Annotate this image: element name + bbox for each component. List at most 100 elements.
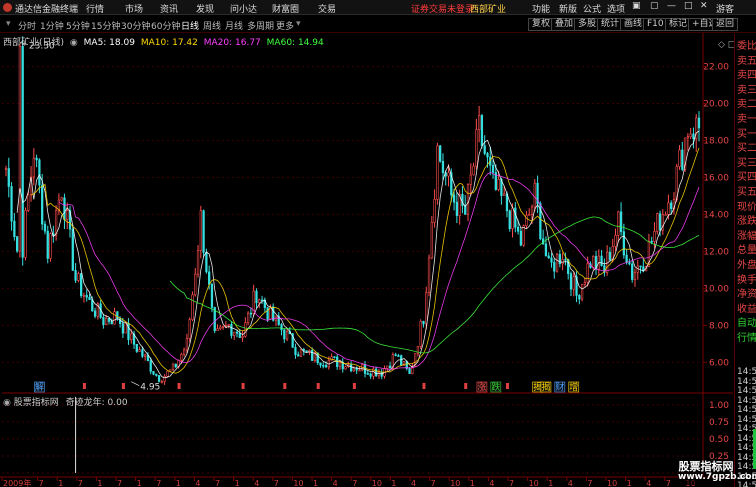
candle-body-39: [113, 311, 116, 325]
kline-chart[interactable]: 6.00 8.00 10.00 12.00 14.00 16.00 18.00 20.00 22…: [0, 33, 734, 487]
candle-body-40: [116, 311, 119, 320]
side-label-11: 现价: [737, 201, 756, 213]
candle-body-181: [508, 210, 511, 229]
candle-body-35: [102, 317, 105, 325]
period-30min[interactable]: 30分钟: [121, 19, 150, 32]
menu-shichang[interactable]: 市场: [125, 2, 143, 15]
candle-body-177: [497, 178, 500, 190]
tick-time-0: 14:5: [737, 367, 756, 377]
indicator-toggle-icon[interactable]: ◉: [3, 398, 11, 408]
candle-body-106: [299, 348, 303, 357]
minimize-icon[interactable]: —: [667, 1, 676, 11]
candle-body-228: [639, 265, 642, 268]
candle-body-22: [66, 210, 69, 220]
candle-body-133: [375, 368, 378, 377]
period-multi[interactable]: 多周期: [247, 19, 274, 32]
candle-body-157: [441, 160, 445, 174]
date-label-13: 7: [274, 479, 279, 487]
date-label-17: 7: [352, 479, 357, 487]
candle-body-207: [580, 283, 584, 300]
candle-body-204: [572, 276, 575, 290]
legend-toggle-icon[interactable]: ◉: [70, 38, 78, 48]
date-label-3: 7: [78, 479, 83, 487]
candle-body-226: [633, 271, 637, 280]
period-weekly[interactable]: 周线: [203, 19, 221, 32]
tick-time-4: 14:5: [737, 405, 756, 415]
phone-icon[interactable]: ▣: [632, 1, 641, 11]
candle-body-91: [258, 299, 261, 304]
candle-body-53: [152, 371, 155, 375]
candle-body-114: [322, 364, 325, 367]
period-5min[interactable]: 5分钟: [66, 19, 90, 32]
candle-body-48: [138, 349, 141, 352]
maximize-icon[interactable]: □: [684, 1, 693, 11]
event-dot-9: [464, 383, 468, 389]
period-daily[interactable]: 日线: [181, 19, 199, 32]
candle-body-63: [180, 353, 183, 361]
menu-jiaoyi[interactable]: 交易: [318, 2, 336, 15]
candle-body-197: [553, 261, 556, 272]
price-tick-1: 8.00: [709, 321, 729, 331]
period-fenshi[interactable]: 分时: [18, 19, 36, 32]
menu-xuanxiang[interactable]: 选项: [607, 2, 625, 15]
candle-body-101: [285, 331, 289, 340]
candle-body-225: [631, 263, 634, 280]
ma10-label: MA10: 17.42: [140, 38, 198, 48]
candle-body-156: [439, 145, 442, 162]
side-label-20: 行情: [737, 333, 756, 344]
candle-body-16: [49, 233, 52, 259]
candle-body-10: [32, 157, 35, 178]
event-dot-10: [505, 383, 509, 389]
date-label-15: 1: [313, 479, 318, 487]
candle-body-57: [163, 375, 166, 382]
menu-gongneng[interactable]: 功能: [532, 2, 550, 15]
candle-body-11: [35, 157, 38, 161]
price-tick-3: 12.00: [703, 247, 729, 257]
chart-legend: 西部矿业(日线) ◉ MA5: 18.09 MA10: 17.42 MA20: …: [3, 35, 327, 48]
candle-body-99: [280, 324, 283, 331]
price-tick-0: 6.00: [709, 358, 729, 368]
candle-body-211: [592, 256, 595, 268]
candle-body-55: [157, 375, 161, 382]
panel-menu-icon: ◇ □: [718, 40, 734, 50]
period-15min[interactable]: 15分钟: [91, 19, 120, 32]
close-icon[interactable]: ✕: [700, 1, 708, 11]
candle-body-29: [85, 294, 88, 298]
candle-body-214: [600, 255, 603, 266]
event-marker-1: 涨: [477, 382, 486, 393]
menu-hangqing[interactable]: 行情: [86, 2, 104, 15]
event-dot-5: [283, 383, 287, 389]
tick-time-2: 14:5: [737, 386, 756, 396]
more-chevron-icon[interactable]: ▾: [296, 19, 301, 29]
candle-body-88: [249, 312, 253, 315]
date-label-30: 10: [607, 479, 617, 487]
menu-gongshi[interactable]: 公式: [583, 2, 601, 15]
menu-zixun[interactable]: 资讯: [160, 2, 178, 15]
date-label-1: 7: [39, 479, 44, 487]
candle-body-68: [194, 273, 197, 296]
menu-xinban[interactable]: 新版: [559, 2, 577, 15]
menu-caifuquan[interactable]: 财富圈: [272, 2, 299, 15]
candle-body-175: [491, 165, 495, 173]
tool-fanhui[interactable]: 返回: [712, 18, 739, 31]
candle-body-188: [528, 214, 531, 216]
menu-wenxiaoda[interactable]: 问小达: [230, 2, 257, 15]
period-more[interactable]: 更多: [276, 19, 294, 32]
period-monthly[interactable]: 月线: [225, 19, 243, 32]
candle-body-125: [352, 367, 356, 372]
side-label-3: 卖三: [737, 84, 756, 96]
menu-faxian[interactable]: 发现: [196, 2, 214, 15]
restore-icon[interactable]: ▢: [650, 1, 659, 11]
date-label-21: 7: [431, 479, 436, 487]
period-1min[interactable]: 1分钟: [40, 19, 64, 32]
period-60min[interactable]: 60分钟: [151, 19, 180, 32]
guest-label[interactable]: 游客: [716, 2, 734, 15]
candle-body-141: [397, 355, 400, 357]
date-label-5: 7: [117, 479, 122, 487]
price-tick-8: 22.00: [703, 63, 729, 73]
toolbar-grip-icon: ▾: [6, 19, 11, 29]
candle-body-31: [91, 299, 94, 312]
tool-f10[interactable]: F10: [643, 18, 668, 31]
login-notice[interactable]: 证券交易未登录: [411, 2, 474, 15]
candle-body-64: [182, 349, 186, 355]
